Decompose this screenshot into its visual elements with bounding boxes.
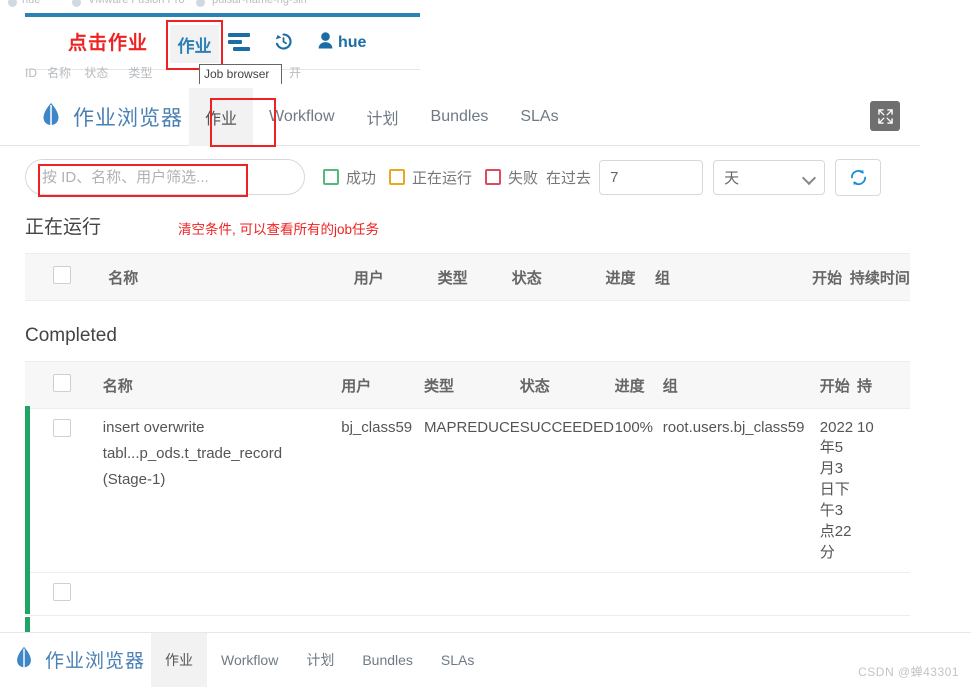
header-duration[interactable]: 持 bbox=[857, 361, 910, 409]
completed-section-title: Completed bbox=[25, 325, 117, 346]
checkbox-failed[interactable] bbox=[485, 169, 502, 185]
header-user[interactable]: 用户 bbox=[341, 361, 424, 409]
cell-name[interactable]: insert overwrite tabl...p_ods.t_trade_re… bbox=[102, 408, 342, 573]
job-browser-icon[interactable] bbox=[228, 33, 250, 56]
bottom-navbar-tabs: 作业 Workflow 计划 Bundles SLAs bbox=[151, 632, 488, 687]
bottom-tab-workflow[interactable]: Workflow bbox=[207, 633, 292, 687]
header-name[interactable]: 名称 bbox=[108, 253, 354, 301]
job-name-line-3: (Stage-1) bbox=[102, 471, 166, 488]
job-browser-navbar: 作业浏览器 作业 Workflow 计划 Bundles SLAs bbox=[0, 87, 920, 146]
select-all-checkbox[interactable] bbox=[53, 374, 71, 392]
row-checkbox[interactable] bbox=[53, 583, 71, 601]
header-type[interactable]: 类型 bbox=[423, 361, 520, 409]
tab-bundles[interactable]: Bundles bbox=[415, 88, 505, 146]
cell-type: MAPREDUCE bbox=[423, 408, 520, 573]
browser-bookmark-strip: hue VMware Fusion Pro pulsar-name-ng-sin bbox=[0, 0, 971, 14]
row-select-cell[interactable] bbox=[25, 408, 103, 573]
top-nav-item-zuoye[interactable]: 作业 bbox=[170, 25, 219, 63]
header-type[interactable]: 类型 bbox=[437, 253, 512, 301]
annotation-click-job: 点击作业 bbox=[68, 33, 149, 54]
checkbox-running-label: 正在运行 bbox=[412, 169, 473, 187]
tab-slas[interactable]: SLAs bbox=[504, 88, 574, 146]
csdn-watermark: CSDN @蝉43301 bbox=[858, 665, 959, 679]
cell-duration: 10 bbox=[857, 408, 910, 573]
table-header-row: 名称 用户 类型 状态 进度 组 开始 持续时间 bbox=[25, 253, 910, 301]
header-name[interactable]: 名称 bbox=[102, 361, 342, 409]
header-state[interactable]: 状态 bbox=[519, 361, 615, 409]
header-duration[interactable]: 持续时间 bbox=[849, 253, 910, 301]
user-menu[interactable]: hue bbox=[318, 32, 366, 54]
brand-title: 作业浏览器 bbox=[73, 106, 183, 130]
header-group[interactable]: 组 bbox=[662, 361, 820, 409]
bottom-job-browser-navbar: 作业浏览器 作业 Workflow 计划 Bundles SLAs bbox=[0, 632, 971, 687]
tab-zuoye[interactable]: 作业 bbox=[189, 87, 254, 146]
status-filter-group: 成功 正在运行 失败 bbox=[323, 167, 544, 188]
header-progress[interactable]: 进度 bbox=[614, 361, 663, 409]
checkbox-success[interactable] bbox=[323, 169, 339, 185]
cell-group: root.users.bj_class59 bbox=[662, 408, 820, 573]
brand[interactable]: 作业浏览器 bbox=[38, 101, 183, 132]
bookmark-label-2[interactable]: pulsar-name-ng-sin bbox=[212, 0, 307, 6]
cell-progress: 100% bbox=[614, 408, 663, 573]
in-past-label: 在过去 bbox=[546, 169, 592, 187]
bookmark-label-0[interactable]: hue bbox=[22, 0, 40, 6]
bookmark-icon-2 bbox=[196, 0, 205, 7]
row-status-accent-bar bbox=[25, 406, 30, 614]
username-label: hue bbox=[338, 34, 367, 51]
history-icon[interactable] bbox=[273, 31, 294, 58]
header-state[interactable]: 状态 bbox=[511, 253, 606, 301]
header-progress[interactable]: 进度 bbox=[605, 253, 656, 301]
tab-jihua[interactable]: 计划 bbox=[351, 88, 415, 146]
running-section-title: 正在运行 bbox=[25, 217, 102, 238]
bottom-tab-slas[interactable]: SLAs bbox=[427, 633, 488, 687]
select-all-checkbox[interactable] bbox=[53, 266, 71, 284]
annotation-clear-conditions: 清空条件, 可以查看所有的job任务 bbox=[178, 222, 380, 237]
bookmark-icon-1 bbox=[72, 0, 81, 7]
refresh-button[interactable] bbox=[835, 158, 882, 196]
checkbox-success-label: 成功 bbox=[346, 169, 377, 187]
bottom-tab-zuoye[interactable]: 作业 bbox=[151, 632, 208, 687]
row-select-cell[interactable] bbox=[25, 572, 103, 616]
hue-logo-icon bbox=[12, 645, 36, 674]
filter-row: 成功 正在运行 失败 在过去 天 bbox=[0, 146, 920, 208]
time-unit-select[interactable]: 天 bbox=[713, 159, 826, 195]
tab-workflow[interactable]: Workflow bbox=[253, 88, 351, 146]
search-input[interactable] bbox=[25, 159, 305, 195]
cut-off-row-ghost: ID 名称 状态 类型 开 bbox=[25, 66, 302, 80]
time-unit-value: 天 bbox=[724, 169, 740, 187]
bottom-brand-title: 作业浏览器 bbox=[45, 651, 146, 672]
bottom-tab-bundles[interactable]: Bundles bbox=[348, 633, 427, 687]
cell-partial bbox=[102, 572, 910, 616]
header-start[interactable]: 开始 bbox=[819, 361, 857, 409]
table-row[interactable]: insert overwrite tabl...p_ods.t_trade_re… bbox=[25, 408, 910, 573]
cell-user: bj_class59 bbox=[341, 408, 424, 573]
header-start[interactable]: 开始 bbox=[812, 253, 850, 301]
checkbox-running[interactable] bbox=[389, 169, 406, 185]
table-row[interactable] bbox=[25, 572, 910, 616]
chevron-down-icon bbox=[801, 170, 817, 185]
job-name-line-2: tabl...p_ods.t_trade_record bbox=[102, 445, 283, 462]
cell-state: SUCCEEDED bbox=[519, 408, 615, 573]
bottom-tab-jihua[interactable]: 计划 bbox=[292, 633, 348, 687]
table-header-row: 名称 用户 类型 状态 进度 组 开始 持 bbox=[25, 361, 910, 409]
days-input[interactable] bbox=[599, 159, 704, 195]
hue-logo-icon bbox=[38, 101, 64, 132]
expand-icon[interactable] bbox=[870, 101, 900, 131]
header-select-all[interactable] bbox=[25, 253, 109, 301]
job-name-line-1: insert overwrite bbox=[102, 419, 205, 436]
running-jobs-table: 名称 用户 类型 状态 进度 组 开始 持续时间 bbox=[25, 253, 910, 301]
bookmark-label-1[interactable]: VMware Fusion Pro bbox=[88, 0, 185, 6]
navbar-tabs: 作业 Workflow 计划 Bundles SLAs bbox=[189, 87, 575, 146]
header-select-all[interactable] bbox=[25, 361, 103, 409]
job-browser-main-card: 作业浏览器 作业 Workflow 计划 Bundles SLAs 成功 正在运… bbox=[0, 87, 920, 616]
checkbox-failed-label: 失败 bbox=[508, 169, 539, 187]
cell-start: 2022 年5 月3 日下 午3 点22 分 bbox=[819, 408, 857, 573]
completed-jobs-table: 名称 用户 类型 状态 进度 组 开始 持 insert overwrite t… bbox=[25, 361, 910, 616]
bottom-brand[interactable]: 作业浏览器 bbox=[12, 645, 145, 674]
user-icon bbox=[318, 32, 333, 54]
header-user[interactable]: 用户 bbox=[353, 253, 438, 301]
header-group[interactable]: 组 bbox=[655, 253, 813, 301]
bookmark-icon-0 bbox=[8, 0, 17, 7]
row-checkbox[interactable] bbox=[53, 419, 71, 437]
